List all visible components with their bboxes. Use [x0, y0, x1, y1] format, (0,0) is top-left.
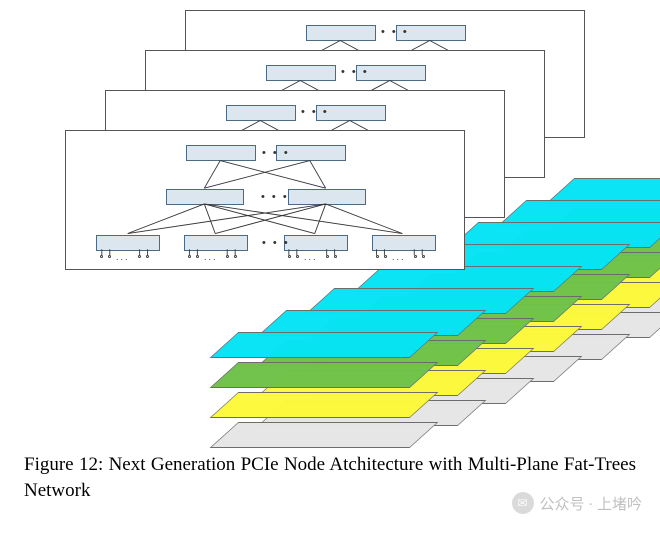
watermark: ✉ 公众号 · 上堵吟 — [512, 492, 643, 514]
architecture-diagram: • • • • • • • • • • • • • • • — [0, 0, 660, 440]
leaf-node — [184, 235, 248, 251]
mid-node — [288, 189, 366, 205]
leaf-node — [372, 235, 436, 251]
leaf-node — [96, 235, 160, 251]
network-plane-yellow — [210, 392, 439, 418]
ellipsis: • • • — [301, 107, 329, 118]
mid-node — [166, 189, 244, 205]
port-ellipsis: ... — [116, 253, 130, 262]
port-ellipsis: ... — [304, 253, 318, 262]
wechat-icon: ✉ — [512, 492, 534, 514]
watermark-label: 公众号 · 上堵吟 — [540, 493, 643, 514]
port-ellipsis: ... — [392, 253, 406, 262]
ellipsis: • • • — [262, 238, 290, 249]
root-node — [186, 145, 256, 161]
ellipsis: • • • — [381, 27, 409, 38]
ellipsis: • • • — [261, 192, 289, 203]
ellipsis: • • • — [262, 148, 290, 159]
network-plane-cyan — [210, 332, 439, 358]
port-ellipsis: ... — [204, 253, 218, 262]
leaf-node — [284, 235, 348, 251]
ellipsis: • • • — [341, 67, 369, 78]
network-plane-gray — [210, 422, 439, 448]
pcie-node-layer-front: • • • • • • • • • ... ... ... ... — [65, 130, 465, 270]
network-plane-green — [210, 362, 439, 388]
